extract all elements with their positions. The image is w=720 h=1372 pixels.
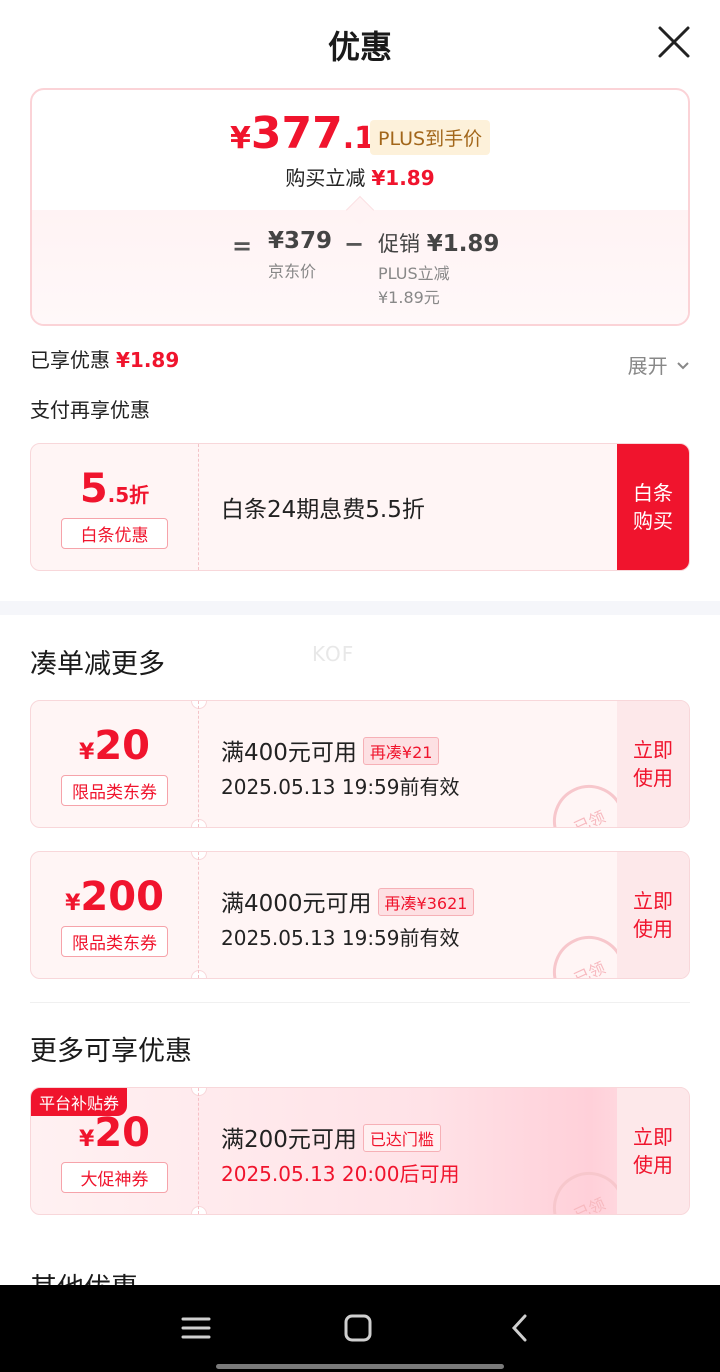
- coupon-card: ¥20 大促神券 平台补贴券 满200元可用 已达门槛 2025.05.13 20…: [30, 1087, 690, 1215]
- minus-sign: −: [344, 230, 365, 258]
- expand-label: 展开: [627, 354, 668, 378]
- jd-price: ¥379: [268, 228, 333, 254]
- promo-amount: ¥1.89: [426, 231, 500, 257]
- platform-subsidy-tag: 平台补贴券: [31, 1088, 128, 1116]
- coupon-type: 白条优惠: [61, 518, 168, 549]
- price-breakdown-card: ¥377.11 PLUS到手价 购买立减¥1.89 = ¥379 京东价 − 促…: [30, 88, 690, 326]
- sheet-header: 优惠: [0, 0, 720, 86]
- coupon-type: 大促神券: [61, 1162, 168, 1193]
- enjoyed-discount: 已享优惠 ¥1.89: [30, 344, 179, 373]
- purchase-reduce-line: 购买立减 ¥1.89: [32, 162, 688, 191]
- home-indicator[interactable]: [216, 1364, 504, 1369]
- reduce-amount: ¥1.89: [371, 166, 435, 190]
- menu-icon[interactable]: [176, 1311, 216, 1345]
- jd-price-label: 京东价: [268, 262, 317, 281]
- gap-tag: 再凑¥3621: [377, 888, 475, 916]
- coupon-validity: 2025.05.13 20:00后可用: [221, 1162, 460, 1186]
- watermark: KOF: [312, 642, 355, 666]
- enjoyed-label: 已享优惠: [30, 348, 110, 372]
- promo-label: 促销: [378, 232, 420, 256]
- home-square-icon[interactable]: [338, 1311, 378, 1345]
- coupon-left: 5.5折 白条优惠: [31, 444, 199, 570]
- plus-price-tag: PLUS到手价: [370, 120, 491, 155]
- coupon-condition: 满200元可用 已达门槛: [221, 1120, 441, 1154]
- baitiao-buy-button[interactable]: 白条 购买: [617, 444, 689, 570]
- baitiao-coupon: 5.5折 白条优惠 白条24期息费5.5折 白条 购买: [30, 443, 690, 571]
- divider: [30, 1002, 690, 1003]
- coupon-amount: ¥20: [79, 723, 150, 769]
- equals-sign: =: [232, 232, 253, 260]
- promo-line: 促销 ¥1.89: [378, 228, 499, 258]
- reduce-label: 购买立减: [285, 166, 366, 190]
- coupon-left: ¥20 限品类东券: [31, 701, 199, 827]
- coupon-validity: 2025.05.13 19:59前有效: [221, 775, 460, 799]
- coupon-condition: 满400元可用 再凑¥21: [221, 733, 440, 767]
- use-now-button[interactable]: 立即 使用: [617, 1088, 689, 1214]
- coupon-amount: 5.5折: [79, 466, 150, 512]
- coupon-card: ¥20 限品类东券 满400元可用 再凑¥21 2025.05.13 19:59前…: [30, 700, 690, 828]
- expand-button[interactable]: 展开: [628, 350, 690, 379]
- system-navigation-bar: [0, 1285, 720, 1372]
- price-breakdown-bottom: [32, 210, 688, 324]
- gap-tag: 再凑¥21: [362, 737, 440, 765]
- coupon-left: ¥200 限品类东券: [31, 852, 199, 978]
- chevron-down-icon: [677, 362, 689, 370]
- coupon-validity: 2025.05.13 19:59前有效: [221, 926, 460, 950]
- pay-more-title: 支付再享优惠: [30, 398, 150, 422]
- more-section-title: 更多可享优惠: [30, 1036, 192, 1067]
- plus-reduce-amount: ¥1.89元: [378, 288, 440, 307]
- use-now-button[interactable]: 立即 使用: [617, 701, 689, 827]
- section-separator: [0, 601, 720, 615]
- close-icon[interactable]: [656, 24, 692, 60]
- coupon-card: ¥200 限品类东券 满4000元可用 再凑¥3621 2025.05.13 19…: [30, 851, 690, 979]
- threshold-reached-tag: 已达门槛: [362, 1124, 441, 1152]
- back-chevron-icon[interactable]: [500, 1311, 540, 1345]
- coupon-type: 限品类东券: [61, 775, 168, 806]
- use-now-button[interactable]: 立即 使用: [617, 852, 689, 978]
- coupon-condition: 满4000元可用 再凑¥3621: [221, 884, 475, 918]
- coupon-amount: ¥20: [79, 1110, 150, 1156]
- coupon-amount: ¥200: [65, 874, 164, 920]
- plus-reduce-label: PLUS立减: [378, 264, 450, 283]
- page-title: 优惠: [327, 28, 392, 66]
- coupon-desc: 白条24期息费5.5折: [221, 497, 425, 523]
- coupon-type: 限品类东券: [61, 926, 168, 957]
- combine-section-title: 凑单减更多: [30, 649, 165, 680]
- enjoyed-amount: ¥1.89: [116, 348, 180, 372]
